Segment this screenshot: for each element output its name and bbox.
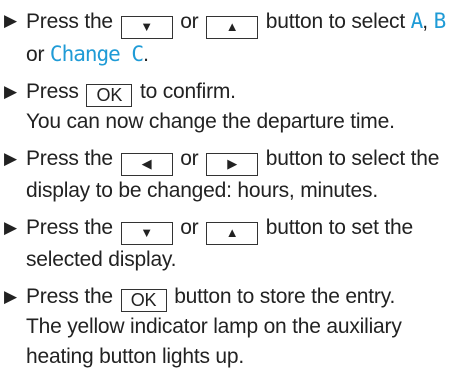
bullet-arrow-icon: ▶ bbox=[4, 218, 17, 237]
left-arrow-key-icon: ◀ bbox=[120, 153, 173, 176]
step-text: or bbox=[180, 216, 199, 239]
instruction-steps: ▶ Press the ▼ or ▲ button to select A, B… bbox=[0, 6, 464, 379]
step-text: or bbox=[26, 43, 45, 66]
bullet-arrow-icon: ▶ bbox=[4, 287, 17, 306]
step-text: or bbox=[180, 10, 199, 33]
step-text: or bbox=[180, 147, 199, 170]
step-select-display: ▶ Press the ◀ or ▶ button to select the … bbox=[0, 144, 464, 206]
step-set-display: ▶ Press the ▼ or ▲ button to set the sel… bbox=[0, 213, 464, 275]
step-confirm: ▶ Press OK to confirm. You can now chang… bbox=[0, 77, 464, 137]
step-text: button to store the entry. bbox=[174, 285, 396, 308]
step-text: Press the bbox=[26, 216, 113, 239]
step-select-option: ▶ Press the ▼ or ▲ button to select A, B… bbox=[0, 6, 464, 70]
step-store-entry: ▶ Press the OK button to store the entry… bbox=[0, 282, 464, 372]
bullet-arrow-icon: ▶ bbox=[4, 11, 17, 30]
step-text: button to select bbox=[265, 10, 405, 33]
step-text: , bbox=[422, 10, 428, 33]
step-text: Press the bbox=[26, 147, 113, 170]
right-arrow-key-icon: ▶ bbox=[206, 153, 259, 176]
step-note: The yellow indicator lamp on the auxilia… bbox=[26, 315, 402, 368]
step-text: . bbox=[143, 43, 149, 66]
ok-key-icon: OK bbox=[86, 84, 133, 107]
bullet-arrow-icon: ▶ bbox=[4, 82, 17, 101]
down-arrow-key-icon: ▼ bbox=[120, 16, 173, 39]
ok-key-icon: OK bbox=[120, 289, 167, 312]
display-option-b: B bbox=[433, 9, 447, 33]
step-text: Press the bbox=[26, 10, 113, 33]
up-arrow-key-icon: ▲ bbox=[206, 16, 259, 39]
step-text: to confirm. bbox=[139, 80, 236, 103]
display-option-change-c: Change C bbox=[49, 42, 144, 66]
step-text: Press the bbox=[26, 285, 113, 308]
display-option-a: A bbox=[410, 9, 424, 33]
bullet-arrow-icon: ▶ bbox=[4, 149, 17, 168]
down-arrow-key-icon: ▼ bbox=[120, 222, 173, 245]
step-text: Press bbox=[26, 80, 79, 103]
up-arrow-key-icon: ▲ bbox=[206, 222, 259, 245]
step-note: You can now change the departure time. bbox=[26, 110, 395, 133]
